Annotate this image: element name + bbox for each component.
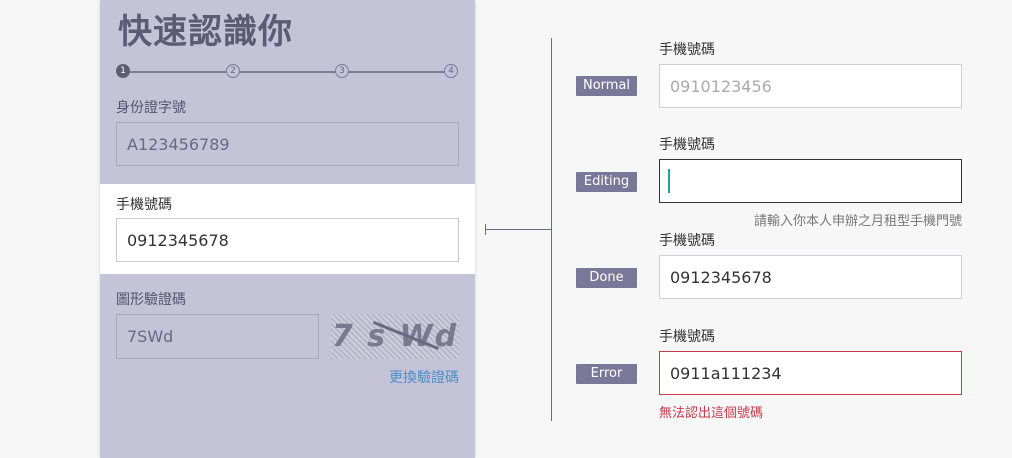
state-badge-error: Error xyxy=(576,364,637,384)
normal-phone-label: 手機號碼 xyxy=(659,42,715,58)
state-badge-done: Done xyxy=(576,268,637,288)
captcha-input[interactable]: 7SWd xyxy=(116,314,319,359)
step-line xyxy=(124,71,453,73)
state-badge-editing: Editing xyxy=(576,172,637,192)
id-number-label: 身份證字號 xyxy=(116,100,186,116)
step-3: 3 xyxy=(335,64,349,78)
captcha-image-text: 7 s Wd xyxy=(331,319,459,354)
form-panel: 快速認識你 1 2 3 4 身份證字號 A123456789 手機號碼 0912… xyxy=(100,0,475,458)
done-phone-input[interactable]: 0912345678 xyxy=(659,255,962,299)
phone-field-highlight: 手機號碼 0912345678 xyxy=(100,184,475,274)
error-message: 無法認出這個號碼 xyxy=(659,406,764,421)
text-caret xyxy=(668,169,670,193)
refresh-captcha-link[interactable]: 更換驗證碼 xyxy=(389,367,459,387)
editing-phone-input[interactable] xyxy=(659,159,962,203)
done-phone-label: 手機號碼 xyxy=(659,233,715,249)
normal-phone-input[interactable]: 0910123456 xyxy=(659,64,962,108)
connector-horizontal xyxy=(485,229,551,230)
page-title: 快速認識你 xyxy=(118,12,293,52)
editing-phone-label: 手機號碼 xyxy=(659,137,715,153)
connector-vertical xyxy=(551,38,552,421)
error-phone-input[interactable]: 0911a111234 xyxy=(659,351,962,395)
step-1: 1 xyxy=(116,64,130,78)
error-phone-label: 手機號碼 xyxy=(659,329,715,345)
step-2: 2 xyxy=(226,64,240,78)
step-indicator: 1 2 3 4 xyxy=(116,64,461,80)
step-4: 4 xyxy=(444,64,458,78)
state-badge-normal: Normal xyxy=(576,76,637,96)
editing-hint: 請輸入你本人申辦之月租型手機門號 xyxy=(753,214,962,229)
phone-input[interactable]: 0912345678 xyxy=(116,218,459,262)
id-number-input[interactable]: A123456789 xyxy=(116,122,459,166)
captcha-label: 圖形驗證碼 xyxy=(116,292,186,308)
captcha-image: 7 s Wd xyxy=(331,314,459,359)
phone-label: 手機號碼 xyxy=(116,197,172,213)
